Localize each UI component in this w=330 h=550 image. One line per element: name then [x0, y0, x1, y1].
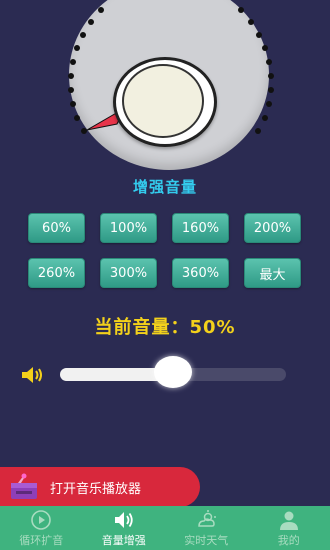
- open-music-player-button[interactable]: 打开音乐播放器: [0, 467, 200, 507]
- knob-center: [122, 64, 204, 138]
- speaker-icon: [22, 367, 42, 383]
- current-volume: 当前音量：50%: [0, 313, 330, 339]
- boost-button-160[interactable]: 160%: [172, 213, 229, 243]
- current-volume-value: 50%: [189, 317, 236, 338]
- section-title: 增强音量: [132, 178, 197, 196]
- volume-knob[interactable]: [57, 0, 285, 172]
- tab-profile[interactable]: 我的: [248, 506, 330, 550]
- tab-weather[interactable]: 实时天气: [165, 506, 248, 550]
- tab-loop-amplify[interactable]: 循环扩音: [0, 506, 83, 550]
- open-music-player-label: 打开音乐播放器: [50, 481, 142, 497]
- boost-button-100[interactable]: 100%: [100, 213, 157, 243]
- user-icon: [279, 511, 298, 530]
- tab-label: 循环扩音: [19, 533, 64, 547]
- tab-label: 音量增强: [101, 533, 146, 547]
- boost-button-360[interactable]: 360%: [172, 258, 229, 288]
- boost-button-grid: 60% 100% 160% 200% 260% 300% 360% 最大: [28, 213, 302, 288]
- bottom-tab-bar: 循环扩音 音量增强 实时天气 我的: [0, 506, 330, 550]
- volume-slider-thumb[interactable]: [154, 356, 192, 388]
- current-volume-label: 当前音量：: [94, 317, 190, 338]
- boost-button-260[interactable]: 260%: [28, 258, 85, 288]
- boost-button-60[interactable]: 60%: [28, 213, 85, 243]
- play-circle-icon: [31, 509, 52, 530]
- tab-label: 我的: [277, 533, 300, 547]
- boost-button-200[interactable]: 200%: [244, 213, 301, 243]
- boost-button-max[interactable]: 最大: [244, 258, 301, 288]
- tab-label: 实时天气: [184, 533, 229, 547]
- music-box-icon: [11, 473, 37, 499]
- speaker-icon: [114, 511, 133, 528]
- weather-icon: [198, 509, 217, 527]
- boost-button-300[interactable]: 300%: [100, 258, 157, 288]
- tab-volume-boost[interactable]: 音量增强: [83, 506, 166, 550]
